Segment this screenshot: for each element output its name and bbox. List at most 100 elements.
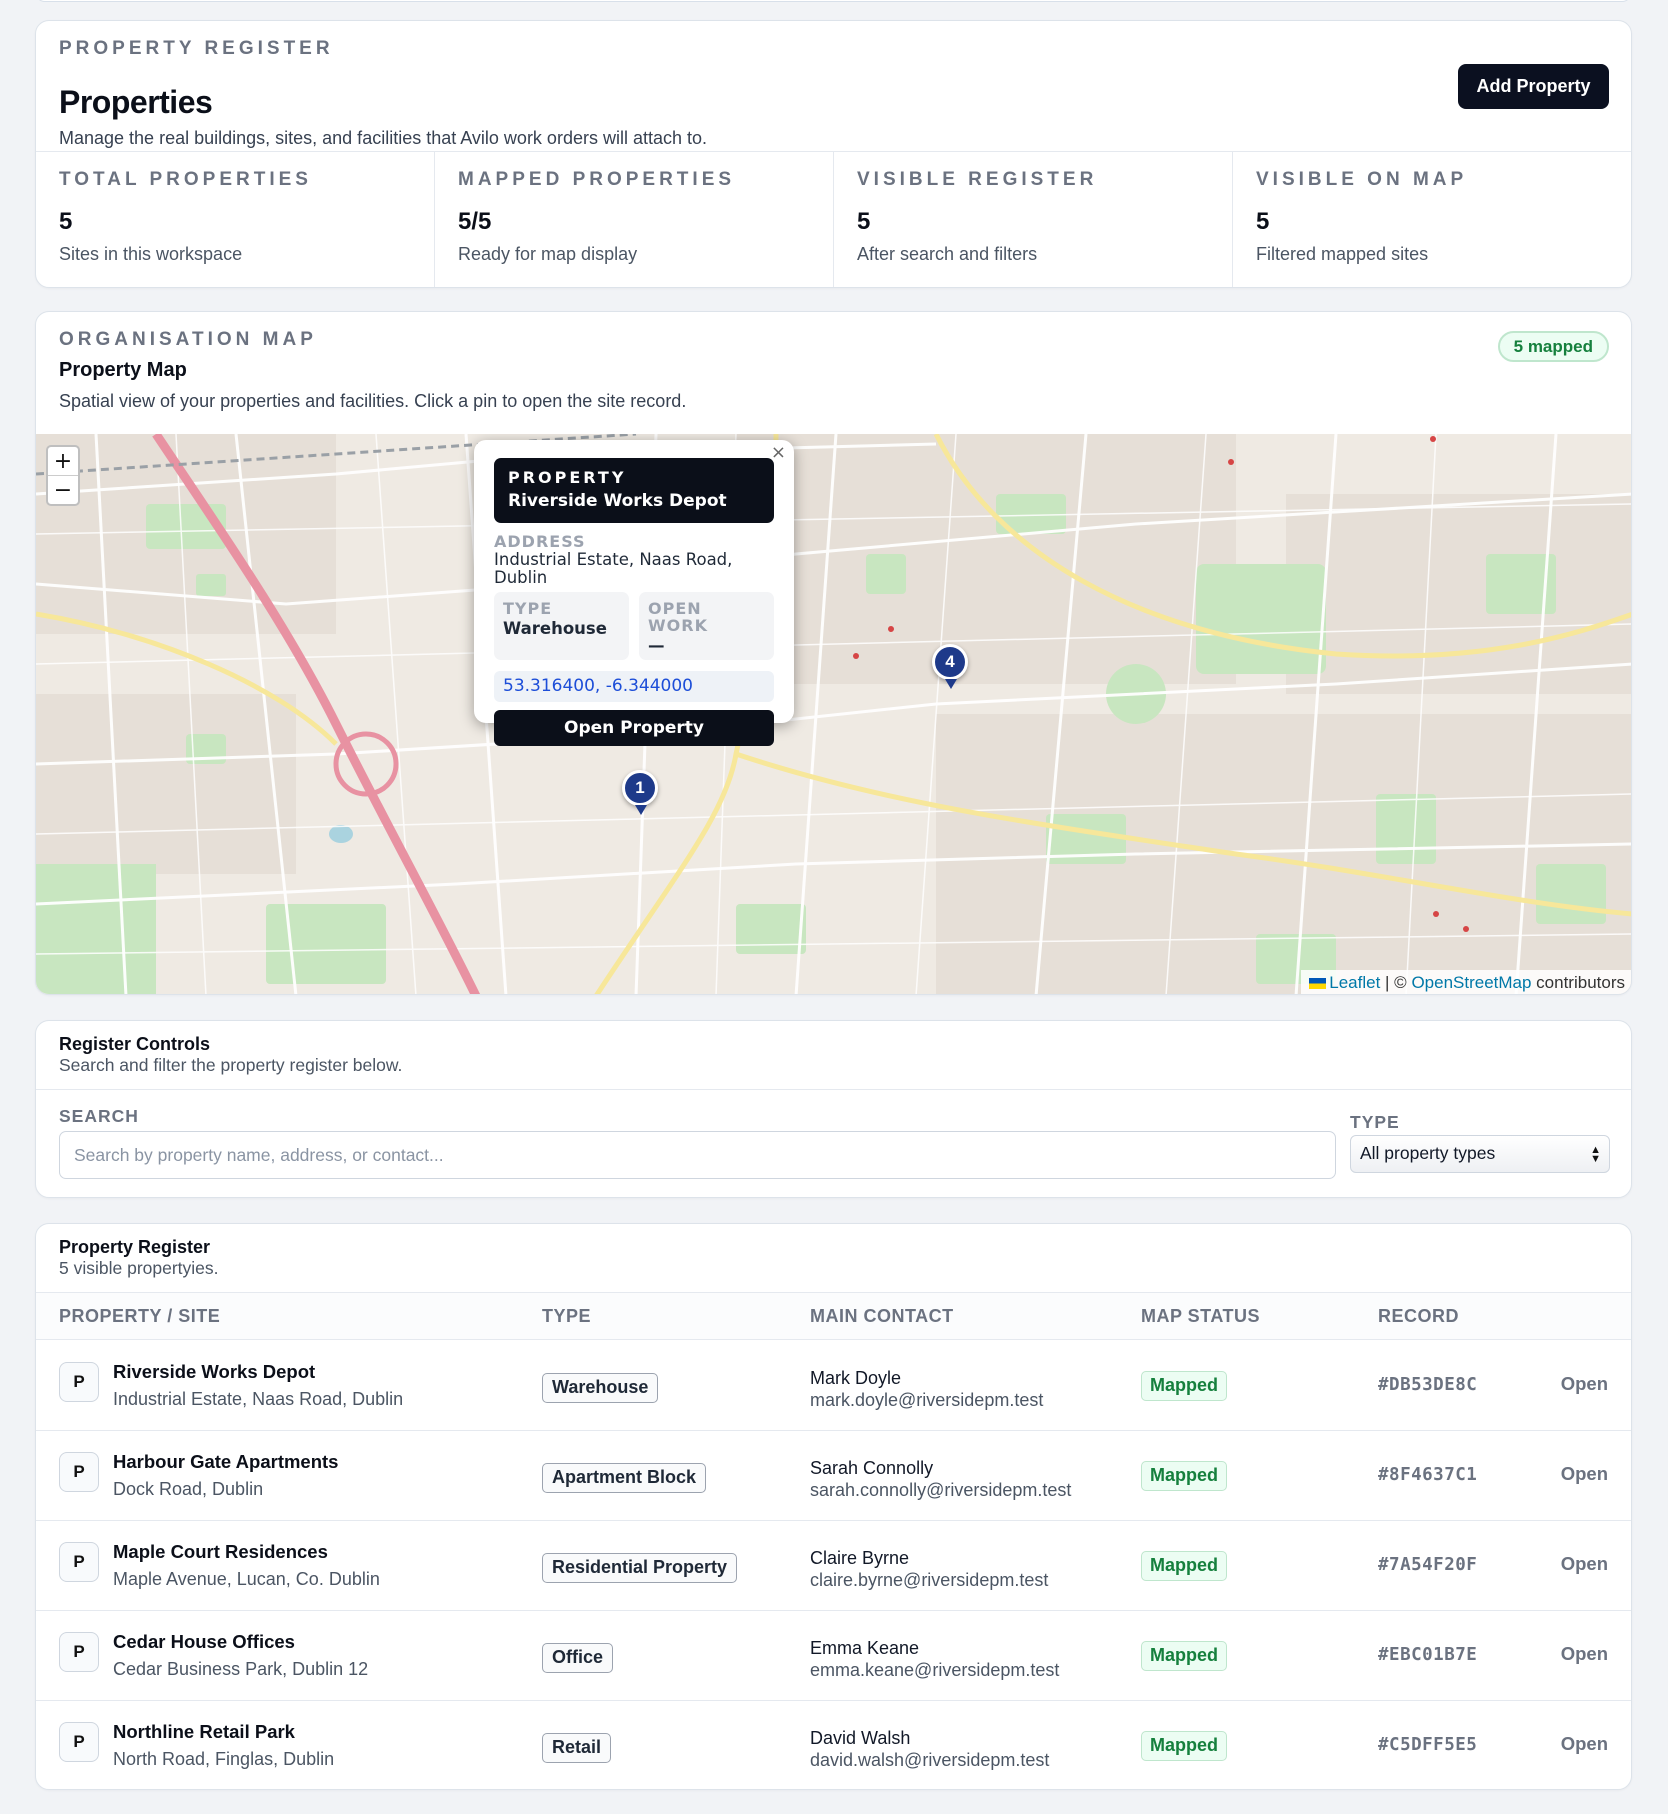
popup-coordinates: 53.316400, -6.344000 [494,671,774,702]
properties-header-card: PROPERTY REGISTER Properties Manage the … [35,20,1632,288]
stat-label: MAPPED PROPERTIES [458,169,736,190]
openstreetmap-link[interactable]: OpenStreetMap [1411,973,1531,992]
map-attribution: Leaflet | © OpenStreetMap contributors [1301,970,1631,994]
type-label: TYPE [1350,1112,1400,1132]
page-title: Properties [59,84,213,120]
search-label: SEARCH [59,1106,139,1126]
table-row[interactable]: P Cedar House Offices Cedar Business Par… [36,1611,1631,1701]
record-id: #8F4637C1 [1378,1465,1478,1485]
stat-sub: Ready for map display [458,244,638,264]
stat-visible-on-map: VISIBLE ON MAP 5 Filtered mapped sites [1233,152,1631,287]
contact-email: emma.keane@riversidepm.test [810,1660,1060,1680]
contact-name: Sarah Connolly [810,1458,934,1478]
table-row[interactable]: P Maple Court Residences Maple Avenue, L… [36,1521,1631,1611]
property-type-tag: Apartment Block [542,1463,707,1493]
map-eyebrow: ORGANISATION MAP [59,329,317,350]
mapped-count-badge: 5 mapped [1497,331,1609,362]
open-link[interactable]: Open [1561,1733,1608,1755]
stat-mapped-properties: MAPPED PROPERTIES 5/5 Ready for map disp… [435,152,834,287]
property-address: Dock Road, Dublin [113,1479,264,1499]
stat-total-properties: TOTAL PROPERTIES 5 Sites in this workspa… [36,152,435,287]
attribution-separator: | © [1380,973,1412,992]
popup-type-value: Warehouse [503,619,607,638]
property-map[interactable]: + − 1 4 × PROPERTY Riverside Works Depot… [36,434,1631,995]
open-link[interactable]: Open [1561,1553,1608,1575]
ukraine-flag-icon [1309,978,1327,989]
open-link[interactable]: Open [1561,1643,1608,1665]
property-address: North Road, Finglas, Dublin [113,1749,335,1769]
map-tiles[interactable] [36,434,1631,995]
record-id: #C5DFF5E5 [1378,1735,1478,1755]
map-zoom-control: + − [46,445,80,506]
controls-subtitle: Search and filter the property register … [59,1055,403,1075]
map-description: Spatial view of your properties and faci… [59,391,687,411]
controls-title: Register Controls [59,1034,211,1054]
leaflet-link[interactable]: Leaflet [1329,973,1380,992]
organisation-map-card: ORGANISATION MAP Property Map Spatial vi… [35,311,1632,995]
contact-name: Emma Keane [810,1638,920,1658]
property-type-tag: Office [542,1643,614,1673]
contact-email: mark.doyle@riversidepm.test [810,1390,1044,1410]
record-id: #EBC01B7E [1378,1645,1478,1665]
contact-email: claire.byrne@riversidepm.test [810,1570,1049,1590]
popup-type-label: TYPE [503,599,553,618]
property-register-card: Property Register 5 visible propertyies.… [35,1223,1632,1790]
map-status-badge: Mapped [1141,1461,1228,1491]
map-status-badge: Mapped [1141,1641,1228,1671]
open-property-button[interactable]: Open Property [494,710,774,746]
map-pin[interactable]: 4 [932,644,968,689]
open-link[interactable]: Open [1561,1373,1608,1395]
register-title: Property Register [59,1237,211,1257]
property-name: Riverside Works Depot [113,1361,316,1382]
table-header: PROPERTY / SITE TYPE MAIN CONTACT MAP ST… [36,1292,1631,1340]
stat-sub: After search and filters [857,244,1038,264]
property-address: Industrial Estate, Naas Road, Dublin [113,1389,404,1409]
register-subtitle: 5 visible propertyies. [59,1258,219,1278]
stat-label: TOTAL PROPERTIES [59,169,312,190]
type-select-value: All property types [1360,1143,1496,1163]
property-type-tag: Warehouse [542,1373,659,1403]
table-row[interactable]: P Riverside Works Depot Industrial Estat… [36,1341,1631,1431]
popup-type-box: TYPE Warehouse [494,592,629,660]
contact-email: david.walsh@riversidepm.test [810,1750,1050,1770]
record-id: #DB53DE8C [1378,1375,1478,1395]
map-pin[interactable]: 1 [622,770,658,815]
stat-value: 5 [59,208,73,235]
property-avatar: P [59,1362,99,1402]
property-type-tag: Residential Property [542,1553,738,1583]
open-link[interactable]: Open [1561,1463,1608,1485]
popup-address-label: ADDRESS [494,532,586,551]
property-avatar: P [59,1722,99,1762]
property-name: Maple Court Residences [113,1541,328,1562]
zoom-out-button[interactable]: − [48,476,78,505]
map-status-badge: Mapped [1141,1731,1228,1761]
table-row[interactable]: P Northline Retail Park North Road, Fing… [36,1701,1631,1789]
search-input[interactable] [59,1131,1336,1179]
page-description: Manage the real buildings, sites, and fa… [59,128,707,148]
column-header-property: PROPERTY / SITE [59,1306,221,1326]
popup-open-work-box: OPEN WORK — [639,592,774,660]
add-property-button[interactable]: Add Property [1458,64,1609,109]
register-controls-card: Register Controls Search and filter the … [35,1020,1632,1198]
divider [36,1089,1631,1090]
zoom-in-button[interactable]: + [48,447,78,476]
property-address: Cedar Business Park, Dublin 12 [113,1659,369,1679]
popup-address-value: Industrial Estate, Naas Road, Dublin [494,550,733,587]
property-popup: × PROPERTY Riverside Works Depot ADDRESS… [474,440,794,746]
popup-close-button[interactable]: × [771,442,786,463]
contact-email: sarah.connolly@riversidepm.test [810,1480,1072,1500]
property-address: Maple Avenue, Lucan, Co. Dublin [113,1569,380,1589]
column-header-type: TYPE [542,1306,592,1326]
stat-visible-register: VISIBLE REGISTER 5 After search and filt… [834,152,1233,287]
contact-name: Mark Doyle [810,1368,902,1388]
record-id: #7A54F20F [1378,1555,1478,1575]
stat-label: VISIBLE ON MAP [1256,169,1468,190]
contact-name: Claire Byrne [810,1548,910,1568]
attribution-suffix: contributors [1531,973,1625,992]
property-type-select[interactable]: All property types ▲ ▼ [1350,1135,1610,1173]
table-row[interactable]: P Harbour Gate Apartments Dock Road, Dub… [36,1431,1631,1521]
property-avatar: P [59,1452,99,1492]
popup-heading-label: PROPERTY [508,468,627,487]
map-status-badge: Mapped [1141,1551,1228,1581]
popup-property-name: Riverside Works Depot [508,491,727,511]
